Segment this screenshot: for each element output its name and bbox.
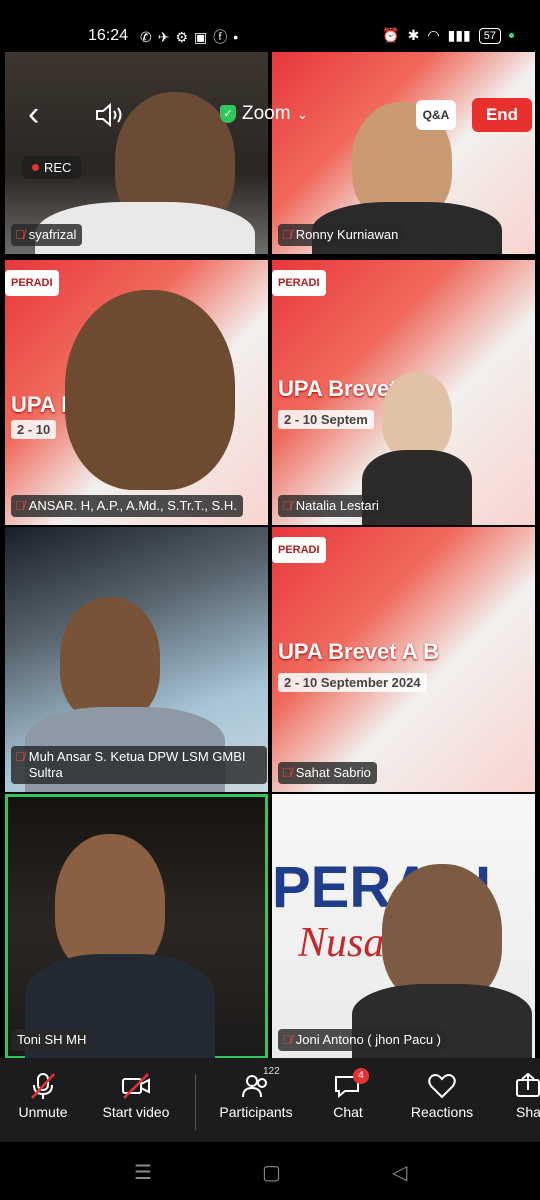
chat-unread-badge: 4 xyxy=(353,1068,369,1084)
participant-name-tag: 🎙̸ Ronny Kurniawan xyxy=(278,224,405,246)
participant-name-tag: 🎙̸ syafrizal xyxy=(11,224,83,246)
banner-date: 2 - 10 xyxy=(11,420,57,439)
banner-date: 2 - 10 Septem xyxy=(278,410,374,429)
recording-badge: REC xyxy=(22,156,82,179)
meeting-title-button[interactable]: ✓ Zoom ⌄ xyxy=(220,103,308,125)
system-icons: ⏰ ✱ ◠ ▮▮▮ 57 xyxy=(382,27,514,44)
mic-muted-icon xyxy=(31,1073,55,1099)
participant-video xyxy=(382,864,502,1004)
participant-name-tag: Toni SH MH xyxy=(11,1029,93,1051)
mic-muted-icon: 🎙̸ xyxy=(15,749,25,764)
shield-check-icon: ✓ xyxy=(220,105,236,123)
video-tile[interactable]: PERADI UPA Brevet A B 2 - 10 Septem 🎙̸ N… xyxy=(272,260,535,525)
speaker-icon[interactable] xyxy=(94,102,126,128)
banner-text: UPA Brevet A B xyxy=(278,639,439,664)
video-tile[interactable]: PERADI UPA B 2 - 10 🎙̸ ANSAR. H, A.P., A… xyxy=(5,260,268,525)
privacy-dot-icon xyxy=(509,33,514,38)
back-nav-icon[interactable]: ◁ xyxy=(392,1160,407,1185)
participants-count: 122 xyxy=(263,1066,280,1077)
chevron-down-icon: ⌄ xyxy=(296,105,309,122)
mic-muted-icon: 🎙̸ xyxy=(15,498,25,513)
mic-muted-icon: 🎙̸ xyxy=(282,498,292,513)
status-bar: 16:24 ✆✈⚙▣ⓕ• ⏰ ✱ ◠ ▮▮▮ 57 xyxy=(0,0,540,52)
qa-button[interactable]: Q&A xyxy=(416,100,456,130)
participant-video xyxy=(382,372,452,460)
battery-icon: 57 xyxy=(478,27,501,44)
participant-video xyxy=(55,834,165,974)
participant-name-tag: 🎙̸ ANSAR. H, A.P., A.Md., S.Tr.T., S.H. xyxy=(11,495,243,517)
recents-icon[interactable]: ☰ xyxy=(134,1160,152,1185)
video-tile-active-speaker[interactable]: Toni SH MH xyxy=(5,794,268,1059)
chat-button[interactable]: 4 Chat xyxy=(318,1058,378,1142)
banner-logo: PERADI xyxy=(5,270,59,296)
participant-video xyxy=(60,597,160,722)
record-dot-icon xyxy=(32,164,39,171)
participant-name-tag: 🎙̸ Natalia Lestari xyxy=(278,495,385,517)
clock: 16:24 xyxy=(88,27,129,44)
back-icon[interactable]: ‹ xyxy=(28,94,39,134)
share-button[interactable]: Sha xyxy=(508,1058,540,1142)
video-tile[interactable]: PERADI Nusantara 🎙̸ Joni Antono ( jhon P… xyxy=(272,794,535,1059)
participants-icon: 122 xyxy=(241,1066,280,1100)
banner-date: 2 - 10 September 2024 xyxy=(278,673,427,692)
meeting-toolbar: Unmute Start video 122 Participants 4 Ch xyxy=(0,1058,540,1142)
end-button[interactable]: End xyxy=(472,98,532,132)
chat-icon: 4 xyxy=(333,1068,369,1100)
notification-icons: ✆✈⚙▣ⓕ• xyxy=(140,29,245,45)
participant-name-tag: 🎙̸ Sahat Sabrio xyxy=(278,762,377,784)
participants-button[interactable]: 122 Participants xyxy=(214,1058,298,1142)
bluetooth-icon: ✱ xyxy=(407,27,420,43)
mic-muted-icon: 🎙̸ xyxy=(15,227,25,242)
mic-muted-icon: 🎙̸ xyxy=(282,1032,292,1047)
share-icon xyxy=(516,1072,540,1097)
meeting-top-bar: ‹ ✓ Zoom ⌄ Q&A End xyxy=(0,88,540,142)
participant-video xyxy=(65,290,235,490)
video-tile[interactable]: 🎙̸ syafrizal xyxy=(5,52,268,254)
mic-muted-icon: 🎙̸ xyxy=(282,227,292,242)
start-video-button[interactable]: Start video xyxy=(96,1058,176,1142)
wifi-icon: ◠ xyxy=(427,27,440,43)
video-tile[interactable]: PERADI UPA Brevet A B 2 - 10 September 2… xyxy=(272,527,535,792)
alarm-icon: ⏰ xyxy=(382,27,400,43)
system-navigation-bar: ☰ ▢ ◁ xyxy=(0,1142,540,1200)
participant-name-tag: 🎙̸ Joni Antono ( jhon Pacu ) xyxy=(278,1029,448,1051)
participant-name-tag: 🎙̸ Muh Ansar S. Ketua DPW LSM GMBI Sultr… xyxy=(11,746,267,784)
mic-muted-icon: 🎙̸ xyxy=(282,765,292,780)
banner-logo: PERADI xyxy=(272,270,326,296)
video-tile[interactable]: 🎙̸ Ronny Kurniawan xyxy=(272,52,535,254)
unmute-button[interactable]: Unmute xyxy=(8,1058,78,1142)
heart-icon xyxy=(428,1074,456,1099)
video-tile[interactable]: 🎙̸ Muh Ansar S. Ketua DPW LSM GMBI Sultr… xyxy=(5,527,268,792)
signal-icon: ▮▮▮ xyxy=(447,27,471,43)
home-icon[interactable]: ▢ xyxy=(262,1160,281,1185)
reactions-button[interactable]: Reactions xyxy=(404,1058,480,1142)
toolbar-divider xyxy=(195,1074,196,1130)
video-off-icon xyxy=(122,1073,150,1099)
banner-logo: PERADI xyxy=(272,537,326,563)
